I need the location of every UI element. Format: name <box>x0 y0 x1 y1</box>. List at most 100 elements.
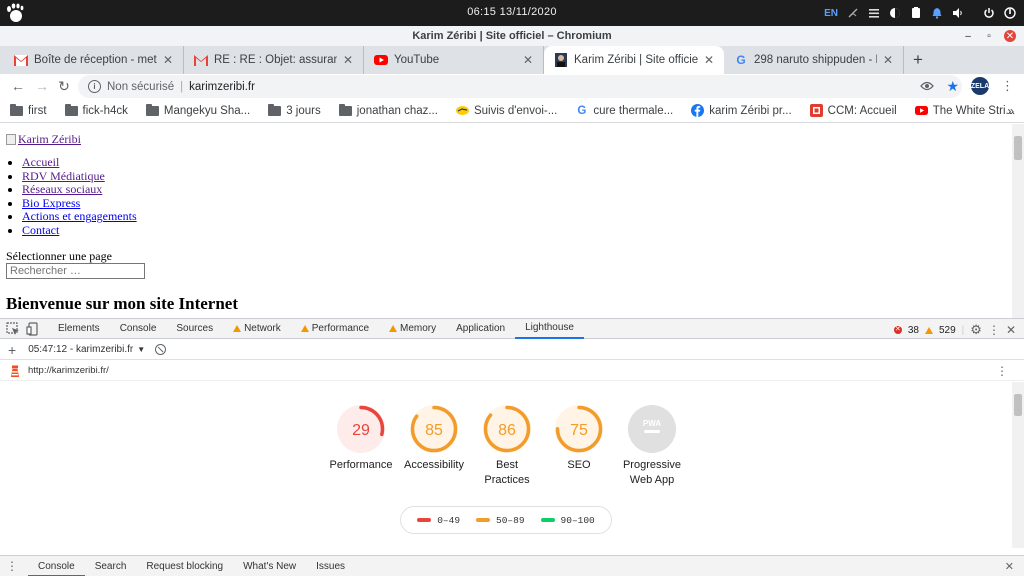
search-input[interactable] <box>6 263 145 279</box>
battery-icon[interactable] <box>910 7 922 19</box>
reload-icon[interactable]: ↻ <box>56 78 72 94</box>
night-mode-icon[interactable] <box>889 7 901 19</box>
forward-icon[interactable]: → <box>34 78 50 94</box>
info-icon[interactable]: i <box>88 80 101 93</box>
devtools-tab-elements[interactable]: Elements <box>48 319 110 339</box>
page-scrollbar[interactable] <box>1012 124 1024 318</box>
eye-icon[interactable] <box>920 81 935 91</box>
site-logo-link[interactable]: Karim Zéribi <box>6 132 81 147</box>
bookmark-item[interactable]: The White Stri... <box>914 104 1015 117</box>
bookmark-item[interactable]: fick-h4ck <box>64 103 128 117</box>
report-select[interactable]: 05:47:12 - karimzeribi.fr ▼ <box>28 344 145 355</box>
url-field[interactable]: i Non sécurisé | karimzeribi.fr <box>78 75 962 98</box>
inspect-element-icon[interactable] <box>6 321 20 336</box>
tab-gmail-message[interactable]: RE : RE : Objet: assurance ✕ <box>184 46 364 74</box>
svg-text:75: 75 <box>570 422 588 439</box>
profile-avatar[interactable]: ZELA <box>971 77 989 95</box>
bookmark-item[interactable]: 3 jours <box>268 103 321 117</box>
volume-icon[interactable] <box>952 7 964 19</box>
nav-link[interactable]: Réseaux sociaux <box>22 182 102 196</box>
minimize-icon[interactable]: – <box>962 30 974 42</box>
drawer-tab-search[interactable]: Search <box>85 556 137 576</box>
devtools-tab-performance[interactable]: Performance <box>291 319 379 339</box>
devtools-tab-network[interactable]: Network <box>223 319 291 339</box>
nav-link[interactable]: RDV Médiatique <box>22 169 105 183</box>
close-tab-icon[interactable]: ✕ <box>163 53 173 67</box>
bookmark-item[interactable]: Suivis d'envoi-... <box>455 104 557 117</box>
bookmark-item[interactable]: Mangekyu Sha... <box>145 103 250 117</box>
keyboard-layout[interactable]: EN <box>824 8 838 19</box>
close-tab-icon[interactable]: ✕ <box>883 53 893 67</box>
drawer-menu-icon[interactable]: ⋮ <box>6 559 18 573</box>
nav-link[interactable]: Bio Express <box>22 196 80 210</box>
security-label[interactable]: Non sécurisé <box>107 81 174 93</box>
new-report-icon[interactable]: + <box>8 342 16 358</box>
drawer-tab-request-blocking[interactable]: Request blocking <box>136 556 233 576</box>
score-gauge-accessibility[interactable]: 85 Accessibility <box>394 404 474 473</box>
nav-link[interactable]: Contact <box>22 223 59 237</box>
legend-item-pass: 90–100 <box>540 515 595 526</box>
score-legend: 0–49 50–89 90–100 <box>400 506 612 534</box>
close-drawer-icon[interactable]: ✕ <box>1005 560 1014 573</box>
tab-google-search[interactable]: G 298 naruto shippuden - Re ✕ <box>724 46 904 74</box>
device-toolbar-icon[interactable] <box>26 321 40 336</box>
drawer-tab-whats-new[interactable]: What's New <box>233 556 306 576</box>
report-menu-icon[interactable]: ⋮ <box>996 364 1008 378</box>
bookmark-item[interactable]: jonathan chaz... <box>338 103 438 117</box>
tab-youtube[interactable]: YouTube ✕ <box>364 46 544 74</box>
page-heading: Bienvenue sur mon site Internet <box>6 294 239 313</box>
notification-bell-icon[interactable] <box>931 7 943 19</box>
tab-karim-zeribi[interactable]: Karim Zéribi | Site officiel ✕ <box>544 46 724 74</box>
site-icon <box>554 53 568 67</box>
maximize-icon[interactable]: ▫ <box>983 30 995 42</box>
score-gauge-performance[interactable]: 29 Performance <box>321 404 401 473</box>
score-gauge-best-practices[interactable]: 86 Best Practices <box>467 404 547 488</box>
bookmark-item[interactable]: first <box>10 103 47 117</box>
network-off-icon[interactable] <box>847 7 859 19</box>
tab-gmail-inbox[interactable]: Boîte de réception - meta ✕ <box>4 46 184 74</box>
gmail-icon <box>194 53 208 67</box>
clear-reports-icon[interactable] <box>155 344 167 355</box>
user-menu-icon[interactable] <box>1004 7 1016 19</box>
report-url[interactable]: http://karimzeribi.fr/ <box>28 365 109 376</box>
devtools-tab-sources[interactable]: Sources <box>166 319 223 339</box>
settings-gear-icon[interactable]: ⚙ <box>970 322 982 338</box>
devtools-tab-application[interactable]: Application <box>446 319 515 339</box>
broken-image-icon <box>6 134 16 145</box>
drawer-tab-issues[interactable]: Issues <box>306 556 355 576</box>
tab-strip: Boîte de réception - meta ✕ RE : RE : Ob… <box>0 46 1024 74</box>
devtools-menu-icon[interactable]: ⋮ <box>988 323 1000 337</box>
close-tab-icon[interactable]: ✕ <box>704 53 714 67</box>
devtools-tab-lighthouse[interactable]: Lighthouse <box>515 319 584 339</box>
bookmark-item[interactable]: Gcure thermale... <box>575 104 673 117</box>
scrollbar-thumb[interactable] <box>1014 394 1022 416</box>
devtools-tab-console[interactable]: Console <box>110 319 167 339</box>
nav-link[interactable]: Accueil <box>22 155 59 169</box>
new-tab-button[interactable]: + <box>904 46 932 74</box>
power-icon[interactable] <box>983 7 995 19</box>
bookmark-star-icon[interactable]: ★ <box>946 78 959 95</box>
gauge-ring: 75 <box>555 405 603 453</box>
back-icon[interactable]: ← <box>10 78 26 94</box>
close-window-icon[interactable]: ✕ <box>1004 30 1016 42</box>
devtools-tab-memory[interactable]: Memory <box>379 319 446 339</box>
bookmarks-overflow-icon[interactable]: » <box>1007 104 1014 118</box>
error-count[interactable]: 38 <box>908 325 919 336</box>
youtube-icon <box>374 53 388 67</box>
nav-link[interactable]: Actions et engagements <box>22 209 137 224</box>
warning-count[interactable]: 529 <box>939 325 956 336</box>
report-scrollbar[interactable] <box>1012 382 1024 548</box>
browser-menu-icon[interactable]: ⋮ <box>1001 78 1014 94</box>
bookmark-item[interactable]: CCM: Accueil <box>809 104 897 117</box>
bookmark-item[interactable]: karim Zéribi pr... <box>691 104 792 117</box>
close-tab-icon[interactable]: ✕ <box>523 53 533 67</box>
sliders-icon[interactable] <box>868 7 880 19</box>
url-host[interactable]: karimzeribi.fr <box>189 81 255 93</box>
score-gauge-pwa[interactable]: PWA Progressive Web App <box>612 404 692 488</box>
scrollbar-thumb[interactable] <box>1014 136 1022 160</box>
close-tab-icon[interactable]: ✕ <box>343 53 353 67</box>
legend-swatch <box>540 518 555 522</box>
score-gauge-seo[interactable]: 75 SEO <box>539 404 619 473</box>
drawer-tab-console[interactable]: Console <box>28 556 85 576</box>
close-devtools-icon[interactable]: ✕ <box>1006 323 1016 337</box>
